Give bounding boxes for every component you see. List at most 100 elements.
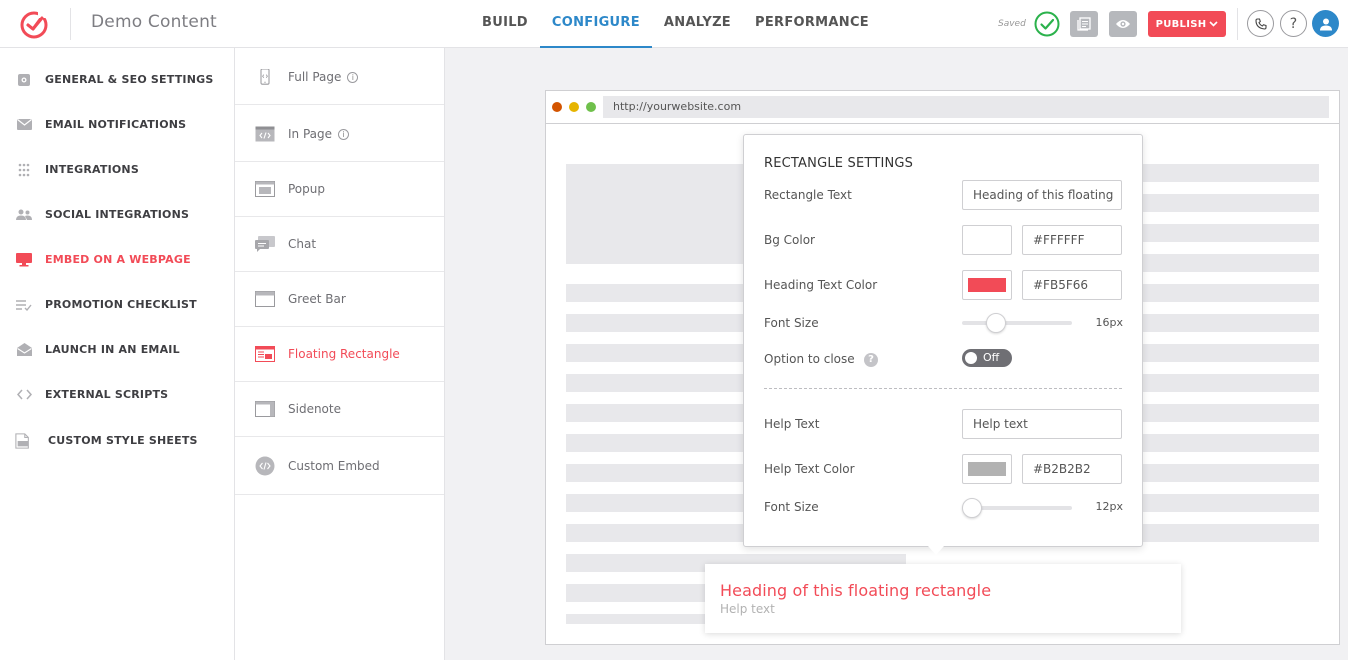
maximize-dot-icon [586,102,596,112]
embed-type-list: Full Page i In Page i Popup Chat Greet Bar… [235,48,445,660]
checklist-icon [16,297,32,313]
sidebar-item-custom-style-sheets[interactable]: CUSTOM STYLE SHEETS [0,418,234,463]
settings-title: RECTANGLE SETTINGS [764,156,914,171]
css-file-icon [15,432,31,449]
preview-button[interactable] [1109,11,1137,37]
nav-configure[interactable]: CONFIGURE [539,0,652,48]
sidebar-item-embed-webpage[interactable]: EMBED ON A WEBPAGE [0,237,234,282]
heading-color-swatch[interactable] [962,270,1012,300]
sidebar-item-label: INTEGRATIONS [45,163,139,176]
sidebar-item-integrations[interactable]: INTEGRATIONS [0,147,234,192]
phone-icon [1254,17,1267,30]
placeholder-line [1141,224,1319,242]
bg-color-label: Bg Color [764,233,815,247]
embed-type-label: In Page [288,127,333,141]
help-button[interactable]: ? [1280,10,1307,37]
embed-type-in-page[interactable]: In Page i [235,107,444,162]
sidebar-item-label: LAUNCH IN AN EMAIL [45,343,180,356]
rectangle-settings-panel: RECTANGLE SETTINGS Rectangle Text Headin… [743,134,1143,547]
custom-embed-icon [255,456,275,475]
font-size-slider-thumb[interactable] [986,313,1006,333]
heading-color-swatch-fill [968,278,1006,292]
embed-type-floating-rectangle[interactable]: Floating Rectangle [235,327,444,382]
sidenote-icon [255,401,275,417]
help-icon: ? [1289,15,1298,32]
sidebar-item-social-integrations[interactable]: SOCIAL INTEGRATIONS [0,192,234,237]
close-option-label: Option to close [764,352,855,366]
embed-type-popup[interactable]: Popup [235,162,444,217]
sidebar-item-label: CUSTOM STYLE SHEETS [48,434,198,447]
help-font-size-slider[interactable] [962,498,1072,518]
placeholder-line [1141,254,1319,272]
publish-button[interactable]: PUBLISH [1148,11,1226,37]
embed-type-sidenote[interactable]: Sidenote [235,382,444,437]
page-title: Demo Content [91,12,217,32]
header-divider [1237,8,1238,40]
envelope-icon [16,117,32,133]
phone-button[interactable] [1247,10,1274,37]
info-icon[interactable]: i [338,129,350,140]
placeholder-image [566,164,746,264]
chat-bubbles-icon [255,236,275,252]
help-color-swatch[interactable] [962,454,1012,484]
heading-color-input[interactable]: #FB5F66 [1022,270,1122,300]
rectangle-text-label: Rectangle Text [764,188,852,202]
help-color-swatch-fill [968,462,1006,476]
embed-type-label: Greet Bar [288,292,346,306]
grid-dots-icon [16,162,32,178]
people-icon [16,207,32,223]
toggle-state-label: Off [983,351,1000,364]
greet-bar-icon [255,291,275,307]
font-size-label: Font Size [764,316,819,330]
open-envelope-icon [16,342,32,358]
embed-type-greet-bar[interactable]: Greet Bar [235,272,444,327]
embed-type-custom-embed[interactable]: Custom Embed [235,437,444,495]
minimize-dot-icon [569,102,579,112]
sidebar-item-label: SOCIAL INTEGRATIONS [45,208,190,221]
embed-type-label: Sidenote [288,402,341,416]
help-text-input[interactable]: Help text [962,409,1122,439]
sidebar-item-external-scripts[interactable]: EXTERNAL SCRIPTS [0,372,234,417]
help-font-size-slider-thumb[interactable] [962,498,982,518]
sidebar-item-promotion-checklist[interactable]: PROMOTION CHECKLIST [0,282,234,327]
embed-type-label: Full Page [288,70,342,84]
toggle-knob [965,352,977,364]
floating-rectangle-help-text: Help text [720,602,775,616]
nav-analyze[interactable]: ANALYZE [652,0,743,48]
monitor-icon [16,252,32,268]
chevron-down-icon [1209,21,1218,27]
floating-rectangle-preview[interactable]: Heading of this floating rectangle Help … [705,564,1181,633]
settings-sidebar: GENERAL & SEO SETTINGS EMAIL NOTIFICATIO… [0,48,235,660]
sidebar-item-general-seo[interactable]: GENERAL & SEO SETTINGS [0,57,234,102]
font-size-slider[interactable] [962,313,1072,333]
placeholder-line [566,614,706,624]
preview-pages-button[interactable] [1070,11,1098,37]
help-color-input[interactable]: #B2B2B2 [1022,454,1122,484]
embed-type-chat[interactable]: Chat [235,217,444,272]
app-logo-icon[interactable] [18,8,50,40]
sidebar-item-label: EXTERNAL SCRIPTS [45,388,169,401]
sidebar-item-label: PROMOTION CHECKLIST [45,298,197,311]
placeholder-line [566,584,706,602]
floating-rectangle-heading: Heading of this floating rectangle [720,581,992,600]
saved-status: Saved [998,19,1026,29]
code-brackets-icon [16,387,32,403]
user-avatar-button[interactable] [1312,10,1339,37]
rectangle-text-input[interactable]: Heading of this floating [962,180,1122,210]
eye-icon [1116,20,1130,28]
close-option-toggle[interactable]: Off [962,349,1012,367]
embed-type-label: Custom Embed [288,458,380,473]
question-icon[interactable]: ? [864,353,878,367]
bg-color-input[interactable]: #FFFFFF [1022,225,1122,255]
sidebar-item-label: GENERAL & SEO SETTINGS [45,73,214,86]
help-text-label: Help Text [764,417,820,431]
sidebar-item-launch-email[interactable]: LAUNCH IN AN EMAIL [0,327,234,372]
embed-type-full-page[interactable]: Full Page i [235,50,444,105]
nav-build[interactable]: BUILD [470,0,540,48]
nav-performance[interactable]: PERFORMANCE [743,0,881,48]
sidebar-item-email-notifications[interactable]: EMAIL NOTIFICATIONS [0,102,234,147]
info-icon[interactable]: i [347,72,359,83]
bg-color-swatch[interactable] [962,225,1012,255]
gear-icon [16,72,32,88]
popup-window-icon [255,181,275,197]
